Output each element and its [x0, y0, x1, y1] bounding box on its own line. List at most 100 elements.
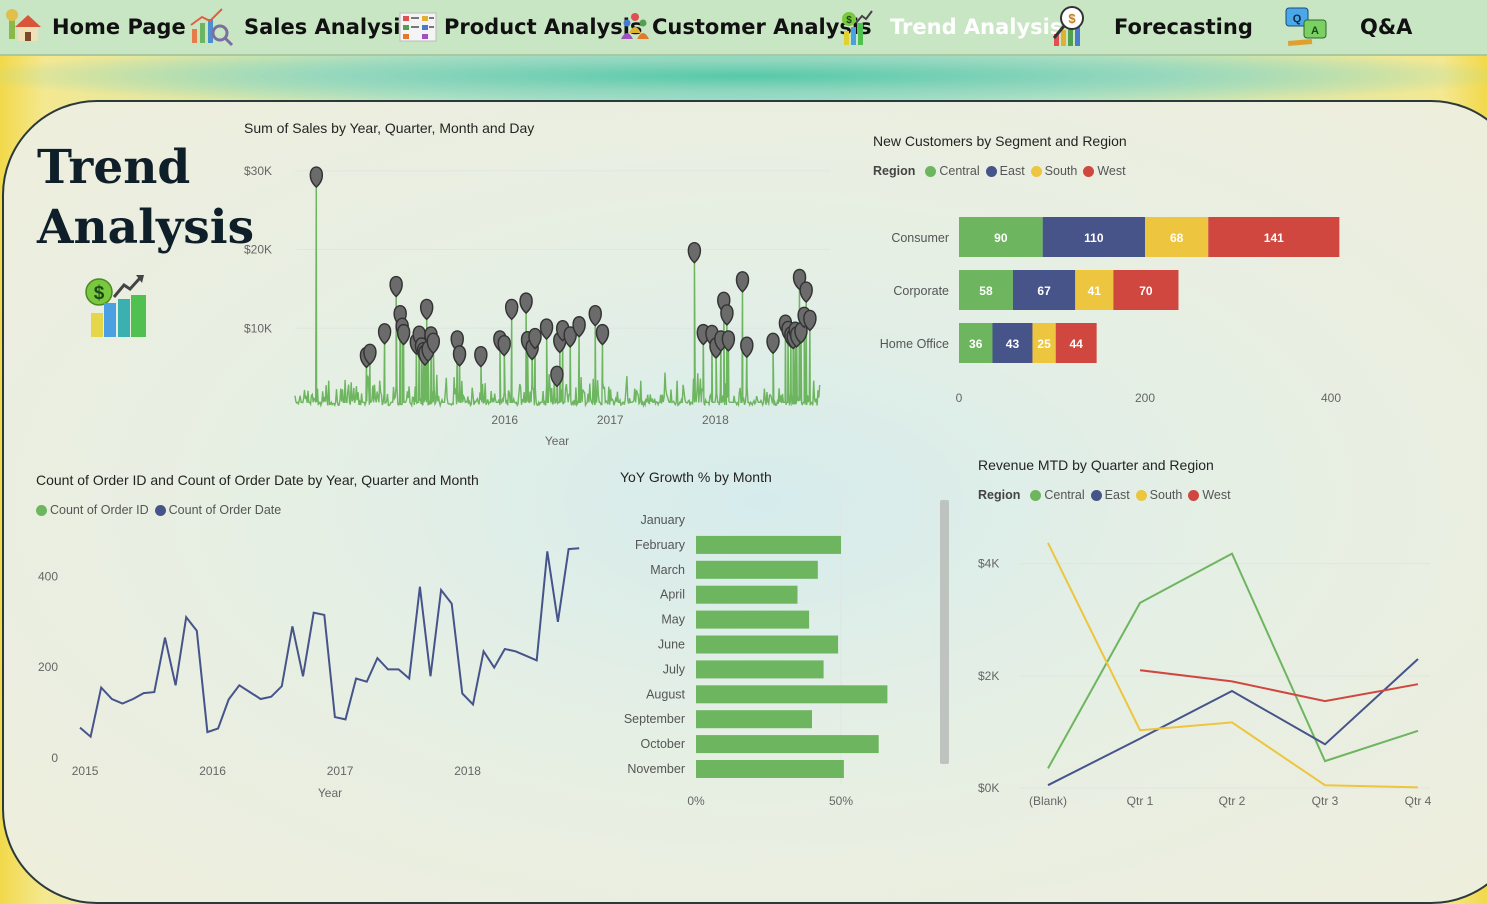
legend-dot [1135, 489, 1147, 501]
data-label: 43 [1006, 337, 1020, 351]
legend-item-central[interactable]: Central [1030, 488, 1085, 502]
revenue-chart-title: Revenue MTD by Quarter and Region [978, 457, 1214, 473]
legend-label: South [1149, 488, 1183, 502]
x-tick-label: 200 [1135, 391, 1155, 405]
x-tick-label: 2016 [491, 413, 518, 427]
revenue-legend-title: Region [978, 488, 1021, 502]
y-tick-label: $4K [978, 557, 999, 571]
legend-item-south[interactable]: South [1135, 488, 1183, 502]
month-label: June [658, 638, 685, 652]
category-label: Home Office [880, 337, 949, 351]
qa-chat-icon: Q A [1285, 7, 1327, 47]
nav-label: Home Page [52, 15, 186, 39]
x-tick-label: Qtr 4 [1405, 794, 1432, 808]
month-label: October [641, 737, 685, 751]
data-label: 67 [1037, 284, 1051, 298]
anomaly-marker [720, 304, 734, 326]
page-title-line-1: Trend [37, 140, 191, 195]
sales-line-chart[interactable]: $10K $20K $30K 2016 2017 2018 Year [240, 145, 840, 450]
data-label: 58 [979, 284, 993, 298]
legend-item-count-order-date[interactable]: Count of Order Date [154, 503, 282, 517]
x-tick-label: 2018 [454, 764, 481, 778]
x-tick-label: 2018 [702, 413, 729, 427]
nav-item-forecasting[interactable]: $ Forecasting [1048, 0, 1253, 54]
legend-dot [985, 165, 997, 177]
forecast-icon: $ [1052, 6, 1084, 46]
data-label: 44 [1070, 337, 1084, 351]
data-label: 70 [1139, 284, 1153, 298]
yoy-bar [696, 685, 888, 704]
y-tick-label: 0 [51, 751, 58, 765]
product-board-icon [399, 12, 437, 42]
nav-label: Product Analysis [444, 15, 643, 39]
orders-line-chart[interactable]: 0 200 400 2015 2016 2017 2018 Year [30, 530, 600, 805]
nav-item-customer-analysis[interactable]: Customer Analysis [620, 0, 872, 54]
nav-item-qa[interactable]: Q A Q&A [1284, 0, 1412, 54]
revenue-line-chart[interactable]: $0K $2K $4K (Blank) Qtr 1 Qtr 2 Qtr 3 Qtr 4 [960, 520, 1440, 815]
anomaly-marker [419, 298, 434, 321]
anomaly-marker [519, 292, 533, 315]
nav-item-sales-analysis[interactable]: Sales Analysis [188, 0, 413, 54]
data-label: 110 [1084, 231, 1104, 245]
customers-chart-title: New Customers by Segment and Region [873, 133, 1127, 149]
legend-item-west[interactable]: West [1188, 488, 1231, 502]
anomaly-marker [799, 281, 813, 304]
legend-item-count-order-id[interactable]: Count of Order ID [36, 503, 149, 517]
legend-label: South [1044, 164, 1078, 178]
customers-bar-chart[interactable]: 0 200 400 Consumer 90 110 68 141 Corporate 58 67 41… [860, 200, 1380, 410]
month-label: March [650, 563, 685, 577]
x-tick-label: 2017 [327, 764, 354, 778]
nav-label: Q&A [1360, 15, 1413, 39]
svg-text:$: $ [94, 283, 105, 304]
data-label: 141 [1264, 231, 1284, 245]
anomaly-marker [539, 318, 554, 341]
legend-label: Count of Order Date [168, 503, 282, 517]
nav-item-trend-analysis[interactable]: $ Trend Analysis [840, 0, 1062, 54]
x-tick-label: 2017 [597, 413, 624, 427]
month-label: November [627, 762, 685, 776]
x-tick-label: Qtr 3 [1312, 794, 1339, 808]
legend-label: Central [939, 164, 980, 178]
legend-item-east[interactable]: East [1090, 488, 1130, 502]
yoy-bar [696, 535, 841, 554]
page-title: Trend Analysis [37, 138, 254, 258]
anomaly-marker [687, 242, 702, 264]
y-tick-label: $30K [244, 164, 272, 178]
y-tick-label: 200 [38, 660, 58, 674]
anomaly-marker [550, 365, 564, 388]
legend-item-central[interactable]: Central [925, 164, 980, 178]
x-tick-label: 2015 [72, 764, 99, 778]
yoy-scrollbar[interactable] [940, 500, 949, 764]
nav-bar: Home Page Sales Analysis Product Analysi… [0, 0, 1487, 56]
legend-label: Central [1044, 488, 1085, 502]
anomaly-marker [504, 298, 519, 321]
nav-item-product-analysis[interactable]: Product Analysis [398, 0, 642, 54]
legend-dot [1083, 165, 1095, 177]
legend-item-east[interactable]: East [985, 164, 1025, 178]
trend-money-icon: $ [85, 275, 146, 337]
chart-magnifier-icon [190, 8, 234, 47]
legend-item-south[interactable]: South [1030, 164, 1078, 178]
anomaly-marker [452, 345, 467, 367]
legend-item-west[interactable]: West [1083, 164, 1126, 178]
x-tick-label: 0% [687, 794, 705, 808]
anomaly-marker [766, 332, 780, 355]
nav-item-home-page[interactable]: Home Page [6, 0, 186, 54]
svg-text:Q: Q [1293, 13, 1302, 25]
month-label: February [635, 538, 686, 552]
nav-label: Sales Analysis [244, 15, 414, 39]
sales-chart-title: Sum of Sales by Year, Quarter, Month and… [244, 120, 535, 136]
anomaly-marker [389, 275, 403, 298]
page-title-line-2: Analysis [37, 200, 255, 255]
nav-label: Forecasting [1114, 15, 1253, 39]
x-tick-label: 0 [956, 391, 963, 405]
yoy-bar [696, 660, 824, 679]
legend-dot [36, 504, 47, 516]
anomaly-marker [735, 271, 750, 293]
month-label: September [624, 712, 685, 726]
anomaly-marker [595, 323, 610, 346]
data-label: 25 [1037, 337, 1051, 351]
yoy-bar-chart[interactable]: January February March April May June July Augu… [610, 500, 930, 815]
x-tick-label: Qtr 2 [1219, 794, 1246, 808]
legend-dot [1030, 165, 1042, 177]
